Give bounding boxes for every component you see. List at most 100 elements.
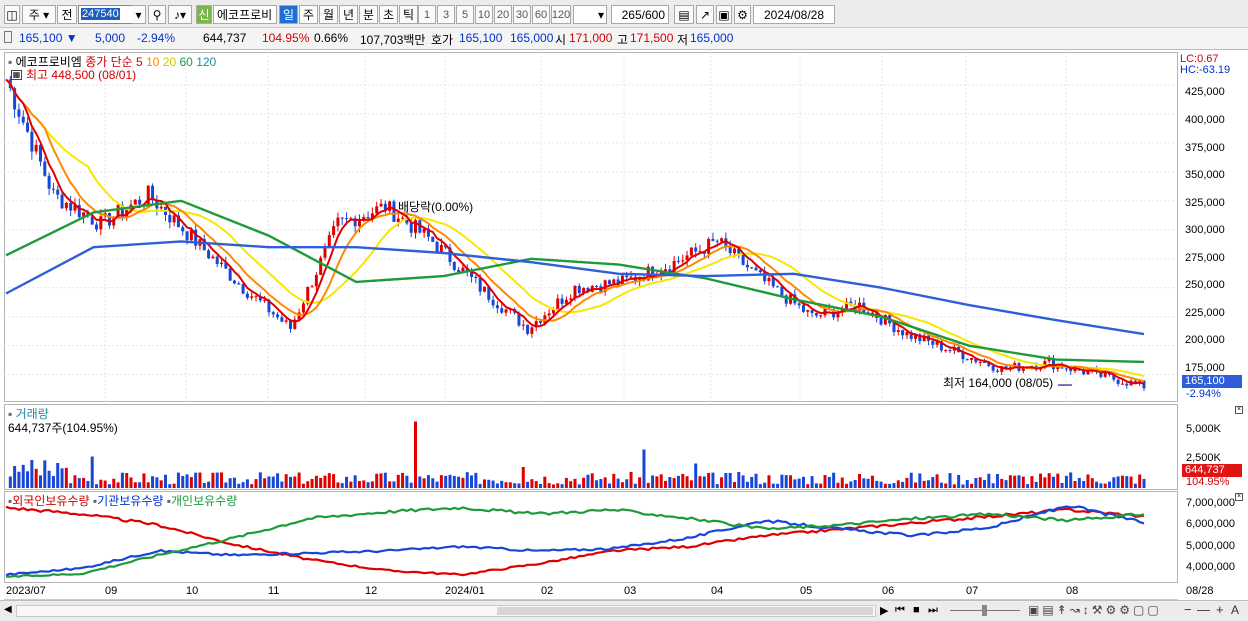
tick-20[interactable]: 20 — [494, 5, 512, 24]
tick-5[interactable]: 5 — [456, 5, 474, 24]
tick-30[interactable]: 30 — [513, 5, 531, 24]
tick-10[interactable]: 10 — [475, 5, 493, 24]
tab-minute[interactable]: 분 — [359, 5, 378, 24]
volume-bar — [586, 474, 590, 488]
date-field[interactable]: 2024/08/28 — [753, 5, 835, 24]
tab-year[interactable]: 년 — [339, 5, 358, 24]
prev-button[interactable]: 전 — [57, 5, 77, 24]
interval-select[interactable]: ▾ — [573, 5, 607, 24]
volume-bar — [280, 481, 284, 488]
scroll-right-icon[interactable]: ▶ — [880, 604, 888, 617]
panel-menu-icon[interactable]: ▪ — [8, 55, 12, 69]
tick-3[interactable]: 3 — [437, 5, 455, 24]
volume-bar — [1051, 476, 1055, 488]
volume-bar — [271, 476, 275, 488]
rewind-icon[interactable]: ⏮ — [895, 604, 905, 617]
volume-bar — [375, 473, 379, 488]
minus-icon[interactable]: — — [1197, 602, 1210, 617]
layout-icon[interactable]: ◫ — [4, 5, 20, 24]
count-field[interactable]: 265/600 — [611, 5, 669, 24]
volume-chart-svg — [8, 421, 1146, 488]
close-icon[interactable]: × — [1235, 406, 1243, 414]
candle-icon[interactable]: ▤ — [674, 5, 694, 24]
volume-bar — [495, 483, 499, 488]
tick-1[interactable]: 1 — [418, 5, 436, 24]
volume-bar — [220, 472, 224, 488]
holdings-tick: 5,000,000 — [1186, 540, 1235, 552]
candle-body — [280, 317, 284, 322]
speaker-icon[interactable]: ♪▾ — [168, 5, 192, 24]
search-icon[interactable]: ⚲ — [148, 5, 166, 24]
zoom-in-icon[interactable]: + — [1216, 602, 1224, 617]
volume-bar — [64, 467, 68, 488]
zoom-out-icon[interactable]: − — [1184, 602, 1192, 617]
candle-body — [168, 214, 172, 223]
volume-bar — [457, 476, 461, 488]
scrollbar-track[interactable] — [16, 605, 876, 617]
candle-body — [607, 280, 611, 285]
tab-month[interactable]: 월 — [319, 5, 338, 24]
code-dropdown-icon[interactable]: ▾ — [132, 5, 146, 24]
candle-body — [284, 320, 288, 322]
expand-icon[interactable] — [4, 31, 12, 43]
candle-body — [254, 296, 258, 298]
candle-body — [276, 314, 280, 318]
scrollbar-thumb[interactable] — [497, 607, 873, 615]
volume-ratio: 104.95% — [262, 31, 310, 45]
save-icon[interactable]: ▣ — [716, 5, 732, 24]
volume-bar — [771, 483, 775, 488]
tool-icons[interactable]: ▣▤↟↝↕⚒⚙⚙▢▢ — [1028, 603, 1162, 617]
candle-body — [547, 313, 551, 316]
high-label: 고 — [617, 33, 629, 47]
tab-second[interactable]: 초 — [379, 5, 398, 24]
volume-bar — [1138, 474, 1142, 488]
candle-body — [336, 217, 340, 227]
volume-bar — [715, 484, 719, 488]
candle-body — [99, 216, 103, 230]
volume-bar — [607, 483, 611, 488]
tick-60[interactable]: 60 — [532, 5, 550, 24]
bottom-toolbar: ◀ ▶ ⏮ ■ ⏭ ▣▤↟↝↕⚒⚙⚙▢▢ − — + A — [0, 600, 1248, 621]
volume-bar — [181, 475, 185, 488]
volume-bar — [444, 475, 448, 488]
tab-tick[interactable]: 틱 — [399, 5, 418, 24]
tab-week[interactable]: 주 — [299, 5, 318, 24]
candle-body — [767, 277, 771, 282]
volume-bar — [931, 477, 935, 488]
price-tick: 300,000 — [1185, 224, 1225, 236]
volume-bar — [1142, 478, 1146, 488]
candle-body — [241, 284, 245, 294]
scroll-left-icon[interactable]: ◀ — [4, 604, 14, 617]
volume-bar — [452, 475, 456, 488]
candle-body — [310, 286, 314, 288]
candle-body — [991, 365, 995, 371]
volume-bar — [939, 482, 943, 488]
close-icon[interactable]: × — [1235, 493, 1243, 501]
gear-icon[interactable]: ⚙ — [734, 5, 751, 24]
volume-bar — [789, 475, 793, 488]
draw-icon[interactable]: ↗ — [696, 5, 714, 24]
volume-bar — [189, 477, 193, 488]
candle-body — [776, 286, 780, 288]
volume-bar — [1026, 484, 1030, 488]
tick-120[interactable]: 120 — [551, 5, 571, 24]
volume-bar — [414, 421, 418, 488]
candle-body — [327, 235, 331, 247]
high-price: 171,500 — [630, 31, 674, 45]
bid-price: 165,000 — [510, 31, 554, 45]
auto-fit-icon[interactable]: A — [1231, 603, 1239, 617]
zoom-handle[interactable] — [982, 605, 987, 616]
count-total: /600 — [641, 7, 665, 22]
last-volume-pct: 104.95% — [1186, 476, 1230, 488]
volume-bar — [862, 478, 866, 488]
volume-bar — [198, 472, 202, 488]
forward-icon[interactable]: ⏭ — [928, 604, 938, 617]
calendar-icon[interactable]: ▦ — [11, 70, 22, 80]
candle-body — [314, 274, 318, 287]
candle-body — [17, 109, 21, 117]
volume-bar — [86, 480, 90, 488]
stop-icon[interactable]: ■ — [913, 604, 920, 616]
volume-bar — [1008, 475, 1012, 488]
period-select[interactable]: 주 ▾ — [22, 5, 56, 24]
tab-day[interactable]: 일 — [279, 5, 298, 24]
